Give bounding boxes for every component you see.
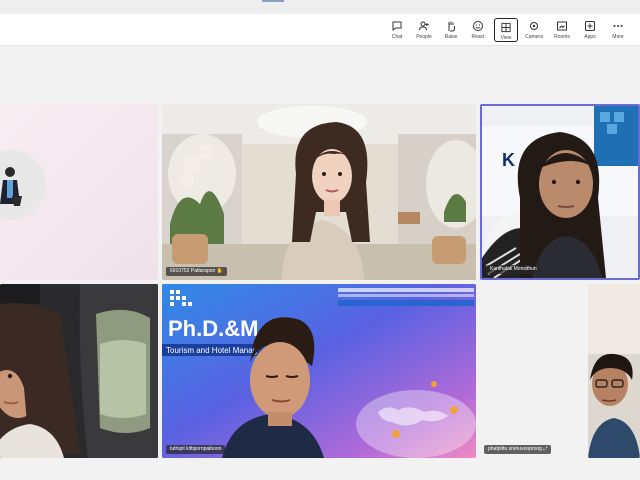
meeting-toolbar: Chat People Raise React View Camera Room… <box>0 14 640 46</box>
participant-nameplate: Kanthalak Monsithun <box>486 265 541 274</box>
participant-tile-4[interactable] <box>0 284 158 458</box>
window-grip[interactable] <box>262 0 284 2</box>
more-icon <box>613 25 623 27</box>
camera-icon <box>530 22 538 30</box>
react-label: React <box>471 34 485 40</box>
participant-video-3: K <box>482 106 638 278</box>
participant-nameplate: 6910752 Pattarapon ✋ <box>166 267 227 276</box>
more-label: More <box>612 34 624 40</box>
rooms-label: Rooms <box>554 34 570 40</box>
title-strip <box>0 0 640 14</box>
camera-off-icon: ⤢ <box>543 446 548 452</box>
participant-nameplate: phatpittu srenuvonprong ⤢ <box>484 445 552 454</box>
participant-video-2 <box>162 104 476 280</box>
participant-video-4 <box>0 284 158 458</box>
raise-label: Raise <box>444 34 458 40</box>
camera-button[interactable]: Camera <box>521 17 547 43</box>
participant-name: tuthipit kittipornpaiboon <box>170 446 222 452</box>
camera-label: Camera <box>525 34 543 40</box>
rooms-icon <box>557 21 567 31</box>
participant-tile-7[interactable] <box>588 284 640 458</box>
chat-label: Chat <box>391 34 403 40</box>
view-icon <box>501 22 511 33</box>
video-grid: 6910752 Pattarapon ✋ K Kanthalak Monsith… <box>0 46 640 480</box>
participant-tile-5[interactable]: Ph.D.&M. Tourism and Hotel Manag tuthipi… <box>162 284 476 458</box>
slide-title: Ph.D.&M. <box>168 316 265 341</box>
view-label: View <box>500 35 512 41</box>
chat-icon <box>392 21 402 31</box>
participant-avatar <box>0 150 46 220</box>
react-button[interactable]: React <box>465 17 491 43</box>
apps-button[interactable]: Apps <box>577 17 603 43</box>
view-button[interactable]: View <box>494 18 518 42</box>
people-label: People <box>416 34 432 40</box>
participant-name: Kanthalak Monsithun <box>490 266 537 272</box>
participant-nameplate: tuthipit kittipornpaiboon <box>166 445 226 454</box>
apps-icon <box>585 21 595 31</box>
people-icon <box>419 21 429 31</box>
react-icon <box>473 21 483 31</box>
chat-button[interactable]: Chat <box>384 17 410 43</box>
people-button[interactable]: People <box>411 17 437 43</box>
participant-video-7 <box>588 284 640 458</box>
participant-tile-1[interactable] <box>0 104 158 280</box>
raise-hand-icon <box>448 21 455 32</box>
participant-name: 6910752 Pattarapon <box>170 268 216 274</box>
raise-button[interactable]: Raise <box>438 17 464 43</box>
participant-name: phatpittu srenuvonprong <box>488 446 542 452</box>
more-button[interactable]: More <box>605 17 631 43</box>
participant-tile-3[interactable]: K Kanthalak Monsithun <box>480 104 640 280</box>
participant-tile-6[interactable]: phatpittu srenuvonprong ⤢ <box>480 284 584 458</box>
hand-icon: ✋ <box>216 268 223 274</box>
banner-letter: K <box>502 150 515 170</box>
apps-label: Apps <box>584 34 596 40</box>
participant-tile-2[interactable]: 6910752 Pattarapon ✋ <box>162 104 476 280</box>
participant-video-5: Ph.D.&M. Tourism and Hotel Manag <box>162 284 476 458</box>
meeting-window: Chat People Raise React View Camera Room… <box>0 0 640 480</box>
slide-subtitle: Tourism and Hotel Manag <box>166 346 257 355</box>
rooms-button[interactable]: Rooms <box>549 17 575 43</box>
